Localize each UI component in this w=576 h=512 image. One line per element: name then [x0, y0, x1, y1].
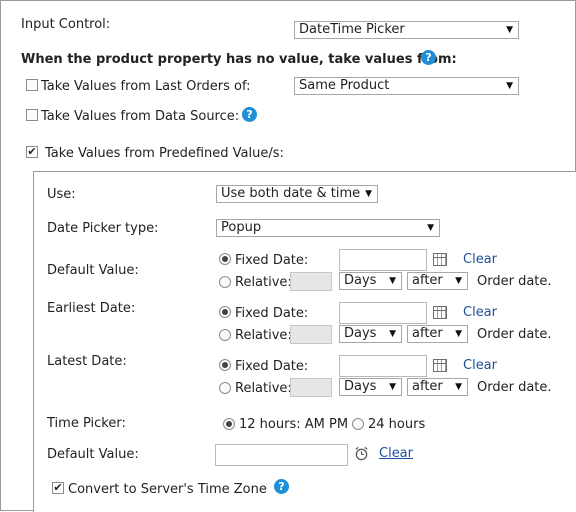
- use-value: Use both date & time: [221, 186, 361, 201]
- predefined-values-panel: Use: Use both date & time ▼ Date Picker …: [33, 171, 576, 512]
- default-fixed-radio[interactable]: [219, 253, 231, 265]
- latest-relative-input[interactable]: [290, 378, 332, 397]
- input-control-select[interactable]: DateTime Picker ▼: [294, 21, 519, 39]
- earliest-direction-value: after: [412, 326, 443, 341]
- default-direction-value: after: [412, 273, 443, 288]
- chevron-down-icon: ▼: [389, 276, 396, 286]
- earliest-fixed-date-input[interactable]: [339, 302, 427, 324]
- relative-label: Relative:: [235, 328, 292, 343]
- chevron-down-icon: ▼: [506, 25, 513, 35]
- help-icon[interactable]: ?: [274, 479, 289, 494]
- date-picker-type-value: Popup: [221, 220, 262, 235]
- earliest-unit-select[interactable]: Days ▼: [339, 325, 402, 343]
- fixed-date-label: Fixed Date:: [235, 306, 309, 321]
- latest-unit-value: Days: [344, 379, 377, 394]
- input-control-label: Input Control:: [21, 17, 111, 32]
- time-12h-label: 12 hours: AM PM: [239, 417, 349, 432]
- time-24h-radio[interactable]: [352, 418, 364, 430]
- default-date-clear-link[interactable]: Clear: [463, 252, 497, 267]
- earliest-relative-radio[interactable]: [219, 329, 231, 341]
- earliest-date-clear-link[interactable]: Clear: [463, 305, 497, 320]
- default-unit-value: Days: [344, 273, 377, 288]
- predefined-checkbox[interactable]: ✔: [26, 146, 38, 158]
- latest-date-clear-link[interactable]: Clear: [463, 358, 497, 373]
- latest-direction-select[interactable]: after ▼: [407, 378, 468, 396]
- server-tz-label: Convert to Server's Time Zone: [68, 482, 267, 497]
- relative-label: Relative:: [235, 275, 292, 290]
- chevron-down-icon: ▼: [506, 81, 513, 91]
- help-icon[interactable]: ?: [421, 50, 436, 65]
- earliest-fixed-radio[interactable]: [219, 306, 231, 318]
- relative-label: Relative:: [235, 381, 292, 396]
- default-time-input[interactable]: [215, 444, 348, 466]
- server-tz-checkbox[interactable]: ✔: [52, 482, 64, 494]
- earliest-date-label: Earliest Date:: [47, 301, 136, 316]
- data-source-checkbox[interactable]: [26, 109, 38, 121]
- latest-fixed-radio[interactable]: [219, 359, 231, 371]
- time-picker-label: Time Picker:: [47, 416, 126, 431]
- time-24h-label: 24 hours: [368, 417, 426, 432]
- last-orders-select[interactable]: Same Product ▼: [294, 77, 519, 95]
- last-orders-checkbox[interactable]: [26, 79, 38, 91]
- default-relative-radio[interactable]: [219, 276, 231, 288]
- latest-date-label: Latest Date:: [47, 354, 127, 369]
- order-date-text: Order date.: [477, 327, 552, 342]
- earliest-relative-input[interactable]: [290, 325, 332, 344]
- chevron-down-icon: ▼: [389, 329, 396, 339]
- last-orders-label: Take Values from Last Orders of:: [41, 79, 251, 94]
- chevron-down-icon: ▼: [455, 382, 462, 392]
- clock-icon[interactable]: [354, 446, 369, 461]
- default-time-clear-link[interactable]: Clear: [379, 446, 413, 461]
- latest-unit-select[interactable]: Days ▼: [339, 378, 402, 396]
- default-date-label: Default Value:: [47, 263, 139, 278]
- use-label: Use:: [47, 187, 76, 202]
- chevron-down-icon: ▼: [455, 276, 462, 286]
- property-settings-dialog: Input Control: DateTime Picker ▼ When th…: [0, 0, 576, 512]
- chevron-down-icon: ▼: [427, 223, 434, 233]
- date-picker-type-select[interactable]: Popup ▼: [216, 219, 440, 237]
- default-time-label: Default Value:: [47, 447, 139, 462]
- calendar-icon[interactable]: [433, 359, 447, 372]
- no-value-heading: When the product property has no value, …: [21, 52, 457, 67]
- chevron-down-icon: ▼: [365, 189, 372, 199]
- date-picker-type-label: Date Picker type:: [47, 221, 159, 236]
- default-relative-input[interactable]: [290, 272, 332, 291]
- latest-fixed-date-input[interactable]: [339, 355, 427, 377]
- default-direction-select[interactable]: after ▼: [407, 272, 468, 290]
- latest-relative-radio[interactable]: [219, 382, 231, 394]
- order-date-text: Order date.: [477, 380, 552, 395]
- help-icon[interactable]: ?: [242, 107, 257, 122]
- chevron-down-icon: ▼: [455, 329, 462, 339]
- calendar-icon[interactable]: [433, 306, 447, 319]
- chevron-down-icon: ▼: [389, 382, 396, 392]
- input-control-value: DateTime Picker: [299, 22, 405, 37]
- default-fixed-date-input[interactable]: [339, 249, 427, 271]
- time-12h-radio[interactable]: [223, 418, 235, 430]
- fixed-date-label: Fixed Date:: [235, 359, 309, 374]
- fixed-date-label: Fixed Date:: [235, 253, 309, 268]
- use-select[interactable]: Use both date & time ▼: [216, 185, 378, 203]
- latest-direction-value: after: [412, 379, 443, 394]
- calendar-icon[interactable]: [433, 253, 447, 266]
- default-unit-select[interactable]: Days ▼: [339, 272, 402, 290]
- data-source-label: Take Values from Data Source:: [41, 109, 240, 124]
- order-date-text: Order date.: [477, 274, 552, 289]
- predefined-label: Take Values from Predefined Value/s:: [45, 146, 284, 161]
- earliest-unit-value: Days: [344, 326, 377, 341]
- earliest-direction-select[interactable]: after ▼: [407, 325, 468, 343]
- last-orders-value: Same Product: [299, 78, 390, 93]
